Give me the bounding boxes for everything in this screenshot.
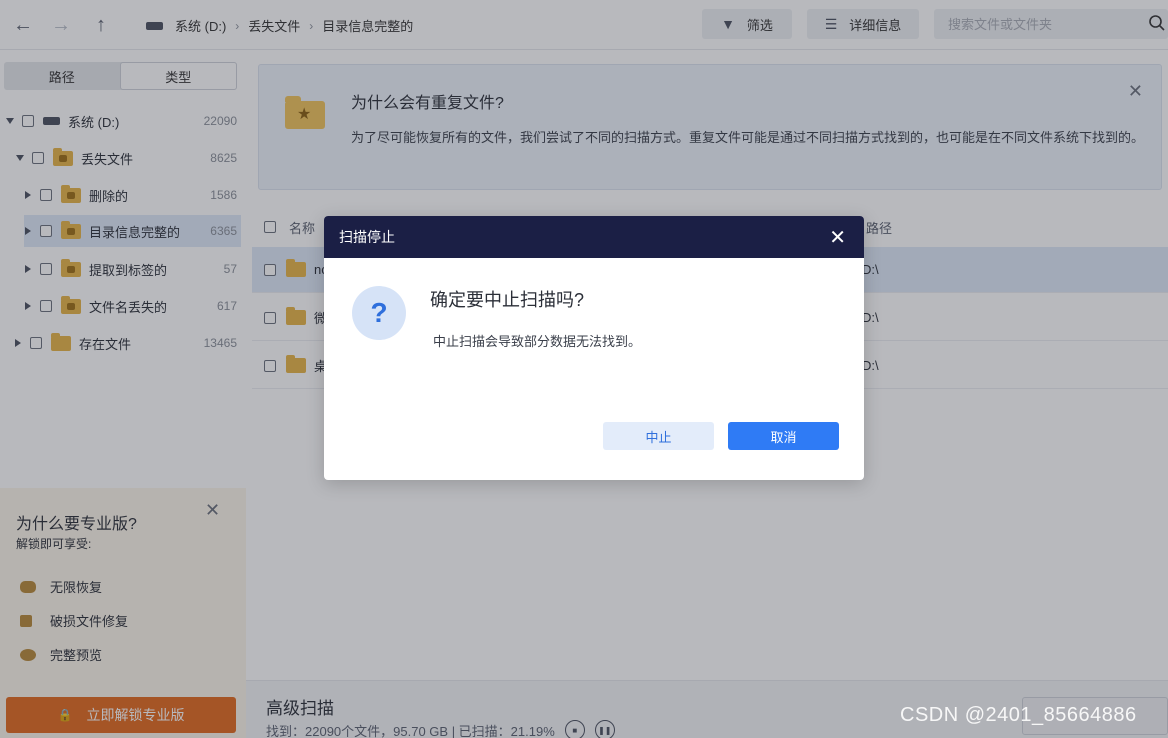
dialog-message: 中止扫描会导致部分数据无法找到。 <box>433 334 642 349</box>
dialog-title: 确定要中止扫描吗? <box>430 290 585 310</box>
cancel-button[interactable]: 取消 <box>728 422 839 450</box>
close-icon[interactable]: ✕ <box>829 225 846 250</box>
question-icon: ? <box>352 286 406 340</box>
stop-scan-dialog: 扫描停止 ✕ ? 确定要中止扫描吗? 中止扫描会导致部分数据无法找到。 中止 取… <box>324 216 864 480</box>
watermark: CSDN @2401_85664886 <box>900 704 1137 726</box>
dialog-header: 扫描停止 ✕ <box>324 216 864 258</box>
dialog-header-title: 扫描停止 <box>339 229 395 245</box>
abort-button[interactable]: 中止 <box>603 422 714 450</box>
